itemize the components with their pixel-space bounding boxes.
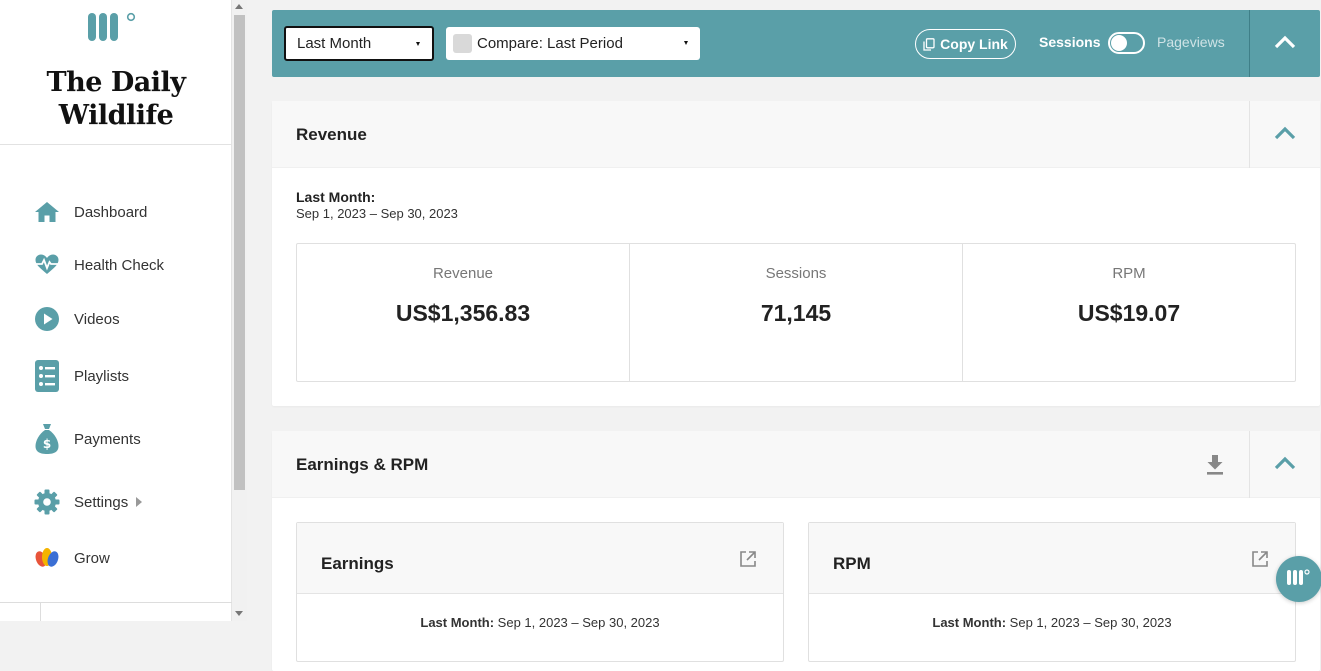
- site-name-line-2: Wildlife: [58, 100, 174, 131]
- sidebar-item-label: Health Check: [74, 256, 165, 274]
- period-label: Last Month:: [296, 189, 376, 205]
- copy-icon: [923, 37, 935, 51]
- card-title: Revenue: [296, 125, 367, 144]
- dropdown-arrow-icon: [684, 41, 688, 45]
- chevron-up-icon: [1274, 125, 1296, 144]
- sub-card-period: Last Month: Sep 1, 2023 – Sep 30, 2023: [297, 615, 783, 630]
- period-select-value: Last Month: [297, 35, 372, 52]
- divider: [0, 602, 232, 603]
- chevron-up-icon: [1274, 455, 1296, 474]
- gear-icon: [33, 488, 61, 516]
- toggle-label-sessions: Sessions: [1039, 34, 1101, 50]
- compare-select-value: Compare: Last Period: [477, 35, 623, 52]
- dropdown-arrow-icon: [416, 42, 420, 46]
- sidebar-scrollbar[interactable]: [232, 0, 247, 621]
- period-label: Last Month:: [932, 615, 1007, 630]
- divider: [40, 602, 41, 621]
- stat-value: 71,145: [760, 300, 832, 326]
- sidebar-item-label: Playlists: [74, 367, 130, 385]
- site-name: The Daily Wildlife: [0, 66, 232, 132]
- play-circle-icon: [33, 305, 61, 333]
- stat-label: RPM: [1112, 265, 1146, 282]
- rpm-chart-card: RPM Last Month: Sep 1, 2023 – Sep 30, 20…: [808, 522, 1296, 662]
- stat-label: Sessions: [765, 265, 827, 282]
- earnings-rpm-card: Earnings & RPM Earnings Last Month: Sep …: [272, 431, 1320, 671]
- brand-logo-icon: [88, 10, 138, 48]
- sidebar-item-label: Grow: [74, 549, 110, 567]
- stat-rpm: RPM US$19.07: [963, 244, 1295, 381]
- scroll-up-arrow-icon[interactable]: [235, 4, 243, 9]
- stats-summary: Revenue US$1,356.83 Sessions 71,145 RPM …: [296, 243, 1296, 382]
- period-range: Sep 1, 2023 – Sep 30, 2023: [1009, 615, 1172, 630]
- sidebar: The Daily Wildlife Dashboard Health Chec…: [0, 0, 232, 621]
- period-label: Last Month:: [420, 615, 495, 630]
- sub-card-header: Earnings: [297, 523, 783, 594]
- sub-card-header: RPM: [809, 523, 1295, 594]
- external-link-icon[interactable]: [1251, 550, 1269, 572]
- list-icon: [33, 360, 61, 392]
- toggle-label-pageviews: Pageviews: [1157, 34, 1225, 50]
- stat-label: Revenue: [432, 265, 494, 282]
- divider: [0, 144, 232, 145]
- sidebar-item-label: Payments: [74, 430, 141, 448]
- external-link-icon[interactable]: [739, 550, 757, 572]
- site-name-line-1: The Daily: [46, 67, 186, 98]
- sidebar-item-playlists[interactable]: Playlists: [33, 360, 130, 392]
- chevron-up-icon: [1274, 34, 1296, 53]
- collapse-revenue-button[interactable]: [1250, 101, 1320, 168]
- period-range: Sep 1, 2023 – Sep 30, 2023: [497, 615, 660, 630]
- sessions-pageviews-toggle[interactable]: [1108, 32, 1145, 54]
- earnings-card-header: Earnings & RPM: [272, 431, 1320, 498]
- sidebar-item-label: Dashboard: [74, 203, 148, 221]
- sidebar-item-videos[interactable]: Videos: [33, 305, 120, 333]
- copy-link-label: Copy Link: [940, 36, 1008, 52]
- chat-launcher-button[interactable]: [1276, 556, 1321, 602]
- collapse-toolbar-button[interactable]: [1250, 10, 1320, 77]
- earnings-chart-card: Earnings Last Month: Sep 1, 2023 – Sep 3…: [296, 522, 784, 662]
- sub-card-title: RPM: [833, 554, 871, 573]
- sub-card-period: Last Month: Sep 1, 2023 – Sep 30, 2023: [809, 615, 1295, 630]
- chevron-right-icon: [136, 497, 143, 507]
- stat-value: US$1,356.83: [395, 300, 531, 326]
- sidebar-item-settings[interactable]: Settings: [33, 488, 143, 516]
- money-bag-icon: $: [33, 424, 61, 454]
- sidebar-item-payments[interactable]: $ Payments: [33, 424, 141, 454]
- stat-sessions: Sessions 71,145: [630, 244, 963, 381]
- period-range: Sep 1, 2023 – Sep 30, 2023: [296, 206, 458, 221]
- revenue-card: Revenue Last Month: Sep 1, 2023 – Sep 30…: [272, 101, 1320, 406]
- revenue-card-header: Revenue: [272, 101, 1320, 168]
- collapse-earnings-button[interactable]: [1250, 431, 1320, 498]
- card-title: Earnings & RPM: [296, 455, 429, 474]
- heart-pulse-icon: [33, 251, 61, 279]
- sidebar-item-grow[interactable]: Grow: [33, 544, 110, 572]
- sidebar-item-label: Settings: [74, 493, 129, 511]
- period-select[interactable]: Last Month: [284, 26, 434, 61]
- scroll-down-arrow-icon[interactable]: [235, 611, 243, 616]
- toggle-knob: [1111, 35, 1127, 51]
- filter-toolbar: Last Month Compare: Last Period Copy Lin…: [272, 10, 1320, 77]
- brand-logo-icon: [1287, 568, 1311, 590]
- grow-logo-icon: [33, 544, 61, 572]
- sidebar-item-dashboard[interactable]: Dashboard: [33, 198, 147, 226]
- sub-card-title: Earnings: [321, 554, 394, 573]
- scrollbar-thumb[interactable]: [234, 15, 245, 490]
- stat-revenue: Revenue US$1,356.83: [297, 244, 630, 381]
- sidebar-item-label: Videos: [74, 310, 120, 328]
- download-icon[interactable]: [1205, 454, 1225, 480]
- home-icon: [33, 198, 61, 226]
- compare-checkbox[interactable]: [453, 34, 472, 53]
- sidebar-item-health-check[interactable]: Health Check: [33, 251, 164, 279]
- stat-value: US$19.07: [1077, 300, 1181, 326]
- compare-select[interactable]: Compare: Last Period: [446, 27, 700, 60]
- svg-text:$: $: [43, 437, 51, 451]
- copy-link-button[interactable]: Copy Link: [915, 29, 1016, 59]
